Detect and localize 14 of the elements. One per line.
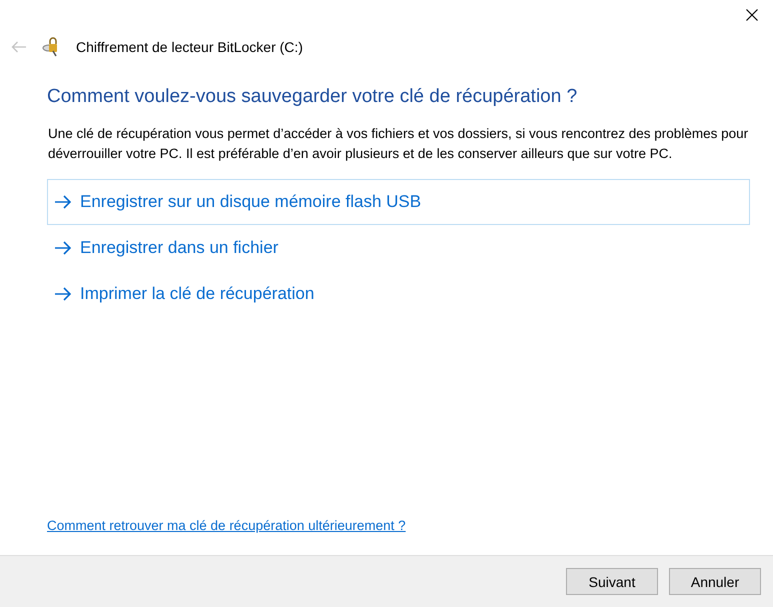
option-link[interactable]: Imprimer la clé de récupération: [47, 271, 750, 317]
arrow-icon: [54, 241, 72, 255]
help-link[interactable]: Comment retrouver ma clé de récupération ultérieurement ?: [47, 518, 406, 533]
option-link[interactable]: Enregistrer dans un fichier: [47, 225, 750, 271]
back-arrow-icon: [11, 41, 27, 53]
description-text: Une clé de récupération vous permet d’accéder à vos fichiers et vos dossiers, si vous rencontrez des problèmes pour déverrouiller votre PC. Il est préférable d’en avoir plusieurs et de les conserver ailleurs que sur votre PC.: [47, 125, 750, 163]
window-title: Chiffrement de lecteur BitLocker (C:): [76, 39, 303, 55]
next-button[interactable]: Suivant: [566, 568, 658, 595]
page-heading: Comment voulez-vous sauvegarder votre clé de récupération ?: [47, 85, 578, 109]
option-link[interactable]: Enregistrer sur un disque mémoire flash USB: [47, 179, 750, 225]
cancel-button[interactable]: Annuler: [669, 568, 761, 595]
arrow-icon: [54, 287, 72, 301]
arrow-icon: [54, 195, 72, 209]
close-icon: [746, 9, 758, 21]
